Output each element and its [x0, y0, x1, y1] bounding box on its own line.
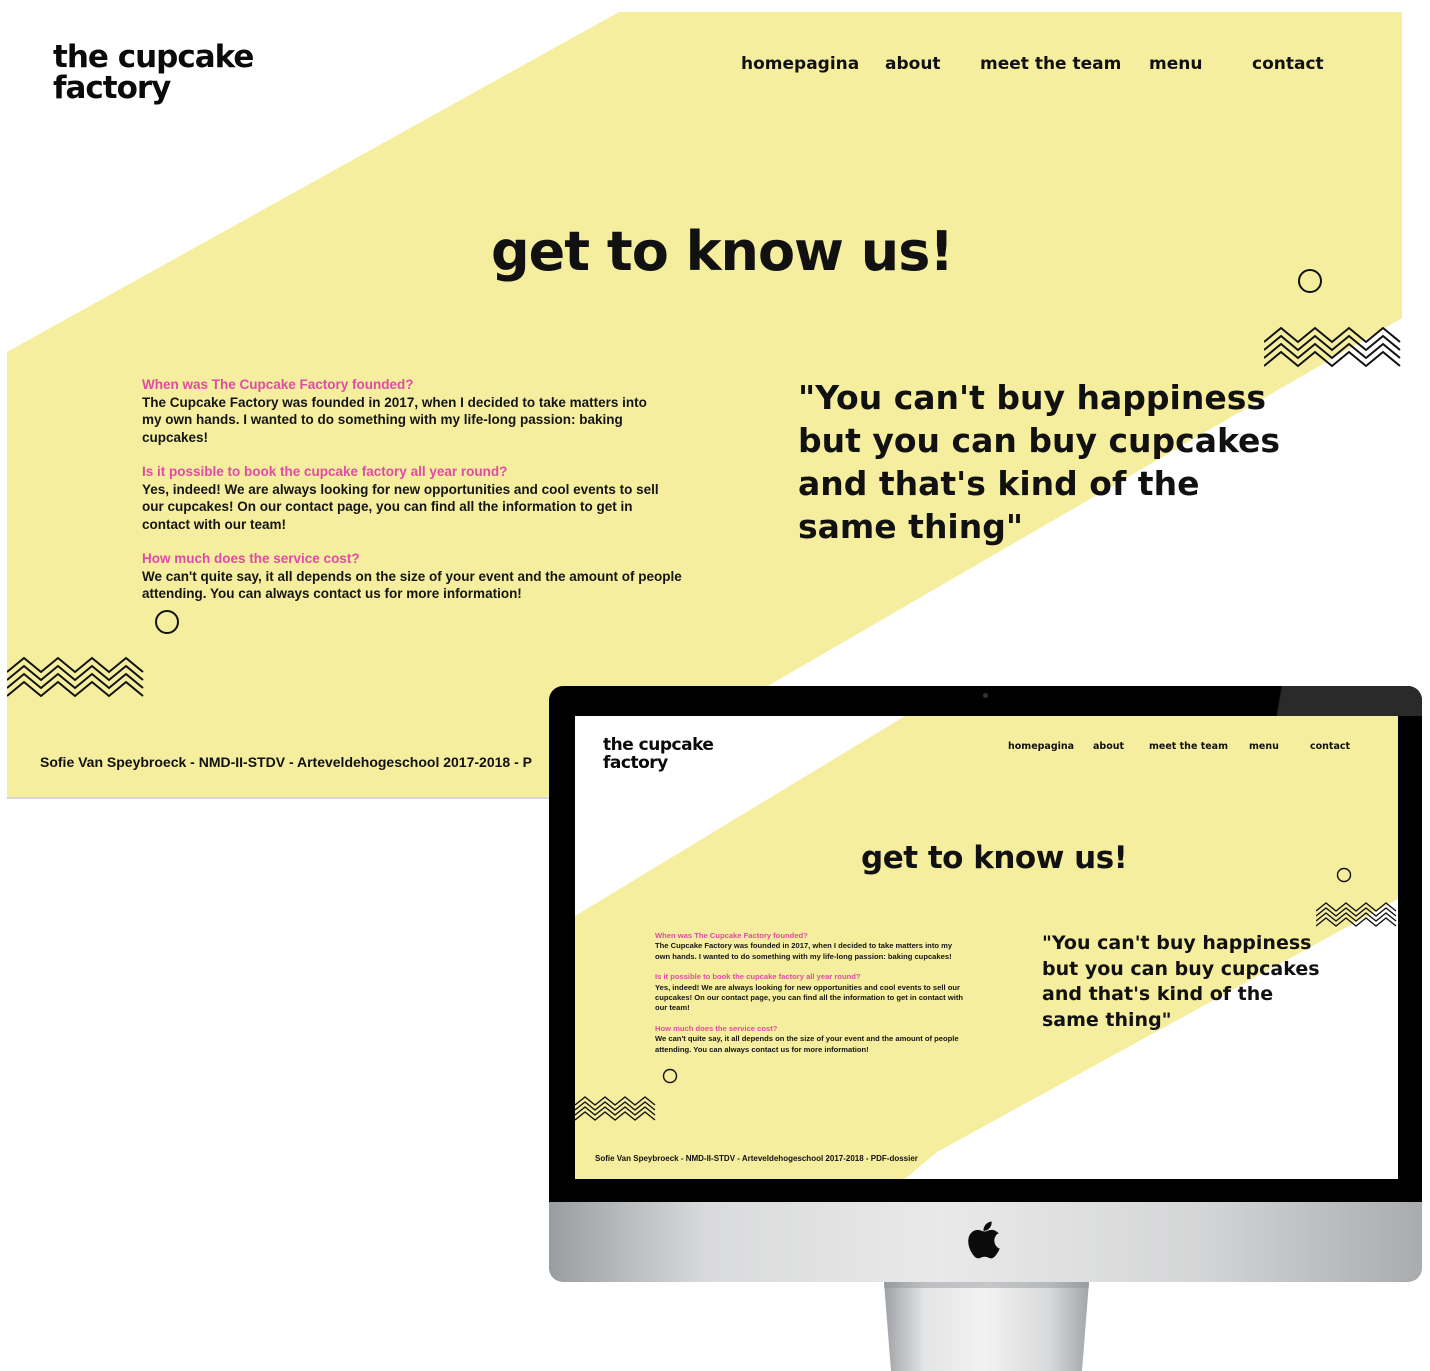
faq-answer: We can't quite say, it all depends on th…	[655, 1034, 959, 1054]
faq-item: How much does the service cost? We can't…	[142, 550, 687, 603]
faq-list: When was The Cupcake Factory founded? Th…	[655, 931, 975, 1055]
quote-line: same thing"	[798, 507, 1024, 546]
quote-line: same thing"	[1042, 1008, 1172, 1031]
faq-question: How much does the service cost?	[655, 1023, 778, 1033]
brand-line-1: the cupcake	[603, 735, 714, 755]
faq-question: When was The Cupcake Factory founded?	[142, 377, 414, 392]
nav-homepagina[interactable]: homepagina	[741, 54, 859, 74]
faq-answer: The Cupcake Factory was founded in 2017,…	[655, 941, 953, 961]
nav-contact[interactable]: contact	[1252, 54, 1324, 74]
nav-menu[interactable]: menu	[1249, 741, 1279, 752]
faq-item: When was The Cupcake Factory founded? Th…	[655, 931, 975, 962]
quote-block: "You can't buy happiness but you can buy…	[1042, 931, 1320, 1033]
imac-stand	[884, 1282, 1089, 1371]
zigzag-lines-icon	[1316, 902, 1397, 927]
nav-meet-the-team[interactable]: meet the team	[980, 54, 1121, 74]
webpage-large-view: the cupcake factory homepagina about mee…	[7, 12, 1402, 799]
quote-line: "You can't buy happiness	[1042, 932, 1312, 954]
brand-line-2: factory	[53, 70, 171, 106]
page-title: get to know us!	[861, 840, 1128, 876]
faq-question: When was The Cupcake Factory founded?	[655, 931, 808, 940]
imac-screen: the cupcake factory homepagina about mee…	[575, 716, 1398, 1179]
circle-outline-icon	[1298, 269, 1322, 293]
nav-homepagina[interactable]: homepagina	[1008, 741, 1074, 752]
imac-bezel: the cupcake factory homepagina about mee…	[549, 686, 1422, 1204]
faq-question: Is it possible to book the cupcake facto…	[142, 464, 508, 479]
faq-item: When was The Cupcake Factory founded? Th…	[142, 376, 687, 446]
quote-line: but you can buy cupcakes	[798, 421, 1281, 460]
faq-item: Is it possible to book the cupcake facto…	[142, 463, 687, 533]
footer-credit: Sofie Van Speybroeck - NMD-II-STDV - Art…	[595, 1154, 918, 1163]
circle-outline-icon	[662, 1068, 678, 1084]
quote-line: and that's kind of the	[798, 464, 1200, 503]
quote-line: and that's kind of the	[1042, 983, 1274, 1005]
brand-line-1: the cupcake	[53, 39, 254, 75]
circle-outline-icon	[1336, 867, 1352, 883]
faq-answer: The Cupcake Factory was founded in 2017,…	[142, 394, 647, 445]
zigzag-lines-icon	[7, 656, 144, 698]
page-title: get to know us!	[491, 220, 954, 283]
quote-line: but you can buy cupcakes	[1042, 957, 1320, 980]
brand-line-2: factory	[603, 753, 668, 773]
brand-logo[interactable]: the cupcake factory	[603, 735, 714, 773]
circle-outline-icon	[155, 610, 179, 634]
camera-icon	[983, 693, 988, 698]
nav-about[interactable]: about	[885, 54, 941, 74]
faq-answer: Yes, indeed! We are always looking for n…	[142, 481, 659, 532]
faq-answer: We can't quite say, it all depends on th…	[142, 568, 682, 602]
zigzag-lines-icon	[1264, 326, 1401, 368]
imac-mockup: the cupcake factory homepagina about mee…	[549, 686, 1422, 1371]
faq-question: Is it possible to book the cupcake facto…	[655, 972, 861, 982]
apple-logo-icon	[968, 1221, 1000, 1259]
quote-block: "You can't buy happiness but you can buy…	[798, 376, 1280, 548]
footer-credit: Sofie Van Speybroeck - NMD-II-STDV - Art…	[40, 754, 532, 770]
quote-line: "You can't buy happiness	[798, 378, 1266, 417]
faq-answer: Yes, indeed! We are always looking for n…	[655, 982, 963, 1013]
imac-bezel-shine	[1232, 686, 1422, 716]
nav-menu[interactable]: menu	[1149, 54, 1202, 74]
nav-meet-the-team[interactable]: meet the team	[1149, 741, 1228, 752]
faq-question: How much does the service cost?	[142, 551, 360, 566]
faq-item: Is it possible to book the cupcake facto…	[655, 972, 975, 1014]
nav-contact[interactable]: contact	[1310, 741, 1350, 752]
faq-item: How much does the service cost? We can't…	[655, 1024, 975, 1055]
zigzag-lines-icon	[575, 1096, 656, 1121]
faq-list: When was The Cupcake Factory founded? Th…	[142, 376, 687, 603]
nav-about[interactable]: about	[1093, 741, 1124, 752]
brand-logo[interactable]: the cupcake factory	[53, 39, 254, 106]
